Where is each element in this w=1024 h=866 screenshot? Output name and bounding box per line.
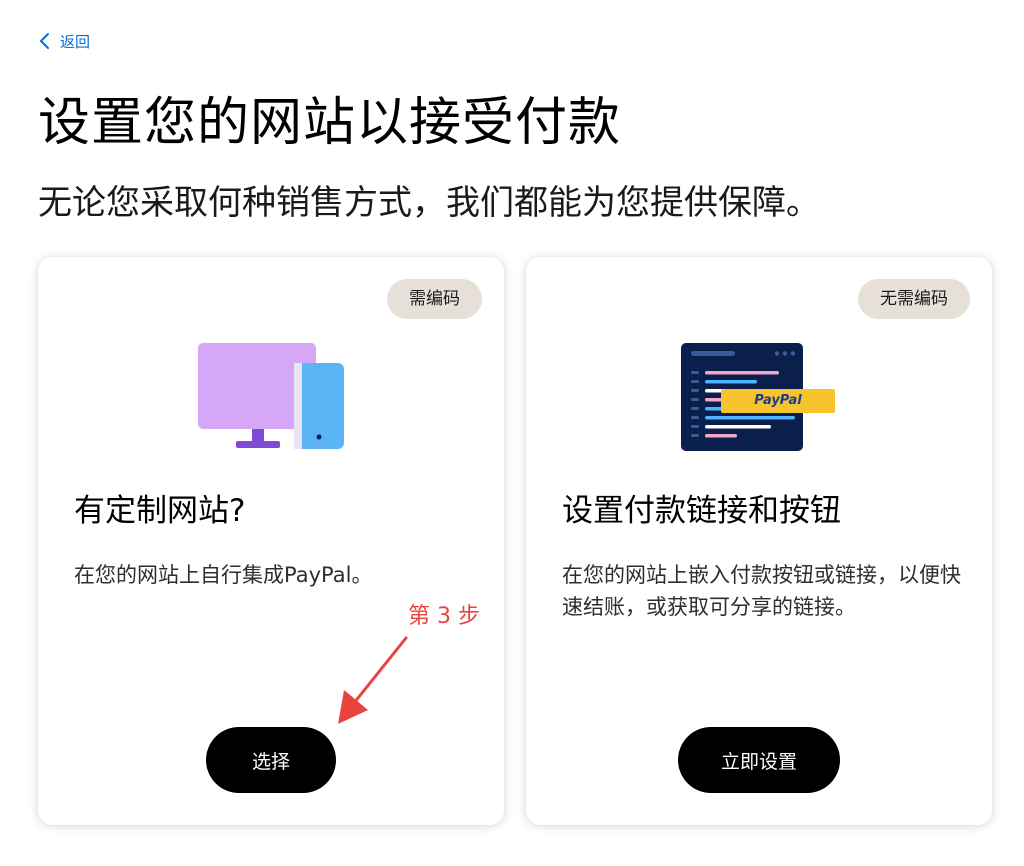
coding-required-badge: 需编码 [387, 279, 482, 319]
card-title: 设置付款链接和按钮 [562, 493, 841, 529]
desktop-mobile-icon [198, 339, 344, 455]
custom-website-card: 需编码 有定制网站? 在您的网站上自行集成PayPal。 选择 [38, 257, 504, 825]
select-button[interactable]: 选择 [206, 727, 336, 793]
back-label: 返回 [60, 32, 91, 51]
paypal-wordmark: PayPal [754, 393, 802, 408]
page-subtitle: 无论您采取何种销售方式，我们都能为您提供保障。 [38, 183, 820, 223]
code-editor-paypal-icon: PayPal [681, 339, 837, 451]
payment-links-card: 无需编码 PayPal 设置付款链接和按钮 在您的网站上嵌入付款按钮或链接，以便… [526, 257, 992, 825]
no-coding-badge: 无需编码 [858, 279, 970, 319]
card-description: 在您的网站上自行集成PayPal。 [74, 563, 373, 587]
card-title: 有定制网站? [74, 493, 246, 529]
back-link[interactable]: 返回 [38, 28, 90, 54]
step-annotation: 第 3 步 [408, 604, 480, 629]
page-title: 设置您的网站以接受付款 [38, 93, 622, 153]
setup-now-button[interactable]: 立即设置 [678, 727, 840, 793]
card-description: 在您的网站上嵌入付款按钮或链接，以便快速结账，或获取可分享的链接。 [562, 563, 961, 619]
chevron-left-icon [38, 32, 52, 50]
annotation-arrow-icon [328, 632, 412, 732]
